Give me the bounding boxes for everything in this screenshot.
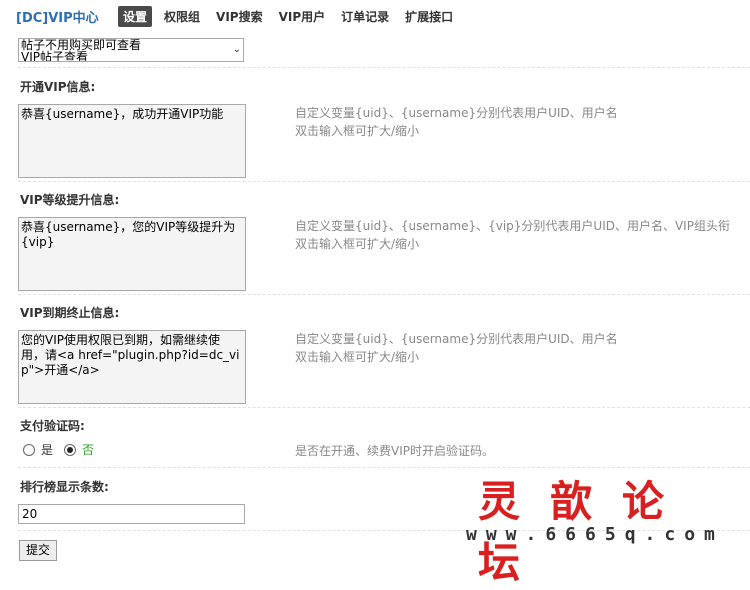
- tab-settings[interactable]: 设置: [118, 6, 153, 27]
- captcha-hint: 是否在开通、续费VIP时开启验证码。: [295, 444, 494, 458]
- select-option: VIP帖子查看: [21, 50, 88, 62]
- hint-line: 双击输入框可扩大/缩小: [295, 350, 420, 364]
- expire-hint: 自定义变量{uid}、{username}分别代表用户UID、用户名 双击输入框…: [295, 330, 618, 366]
- top-nav: [DC]VIP中心 设置 权限组 VIP搜索 VIP用户 订单记录 扩展接口: [0, 0, 750, 30]
- captcha-yes-radio[interactable]: 是: [23, 441, 53, 458]
- level-up-hint: 自定义变量{uid}、{username}、{vip}分别代表用户UID、用户名…: [295, 217, 730, 253]
- divider: [18, 407, 750, 408]
- hint-line: 双击输入框可扩大/缩小: [295, 124, 420, 138]
- hint-line: 自定义变量{uid}、{username}、{vip}分别代表用户UID、用户名…: [295, 219, 730, 233]
- hint-line: 双击输入框可扩大/缩小: [295, 237, 420, 251]
- divider: [18, 294, 750, 295]
- tab-bar: 设置 权限组 VIP搜索 VIP用户 订单记录 扩展接口: [118, 6, 465, 27]
- tab-vip-users[interactable]: VIP用户: [275, 6, 330, 27]
- tab-orders[interactable]: 订单记录: [337, 6, 393, 27]
- tab-vip-search[interactable]: VIP搜索: [212, 6, 267, 27]
- divider: [18, 67, 750, 68]
- radio-label: 否: [82, 443, 95, 457]
- level-up-label: VIP等级提升信息:: [20, 193, 120, 207]
- tab-extensions[interactable]: 扩展接口: [401, 6, 457, 27]
- radio-label: 是: [41, 443, 54, 457]
- app-title: [DC]VIP中心: [16, 11, 99, 26]
- rank-label: 排行榜显示条数:: [20, 480, 109, 494]
- tab-permission-groups[interactable]: 权限组: [160, 6, 204, 27]
- watermark-url: www.6665q.com: [466, 524, 724, 545]
- rank-count-input[interactable]: 20: [18, 504, 245, 524]
- radio-circle-selected[interactable]: [64, 443, 76, 456]
- level-up-textarea[interactable]: 恭喜{username}，您的VIP等级提升为{vip}: [18, 217, 246, 291]
- expire-label: VIP到期终止信息:: [20, 306, 120, 320]
- radio-circle[interactable]: [23, 443, 35, 456]
- open-vip-hint: 自定义变量{uid}、{username}分别代表用户UID、用户名 双击输入框…: [295, 104, 618, 140]
- submit-button[interactable]: 提交: [19, 540, 57, 561]
- expire-textarea[interactable]: 您的VIP使用权限已到期，如需继续使用，请<a href="plugin.php…: [18, 330, 246, 404]
- captcha-no-radio[interactable]: 否: [64, 441, 94, 458]
- open-vip-label: 开通VIP信息:: [20, 80, 96, 94]
- hint-line: 自定义变量{uid}、{username}分别代表用户UID、用户名: [295, 106, 618, 120]
- open-vip-textarea[interactable]: 恭喜{username}，成功开通VIP功能: [18, 104, 246, 178]
- post-view-select[interactable]: 帖子不用购买即可查看 VIP帖子查看 ⌄: [18, 38, 244, 62]
- chevron-down-icon[interactable]: ⌄: [233, 44, 241, 55]
- hint-line: 自定义变量{uid}、{username}分别代表用户UID、用户名: [295, 332, 618, 346]
- divider: [18, 181, 750, 182]
- captcha-label: 支付验证码:: [20, 419, 85, 433]
